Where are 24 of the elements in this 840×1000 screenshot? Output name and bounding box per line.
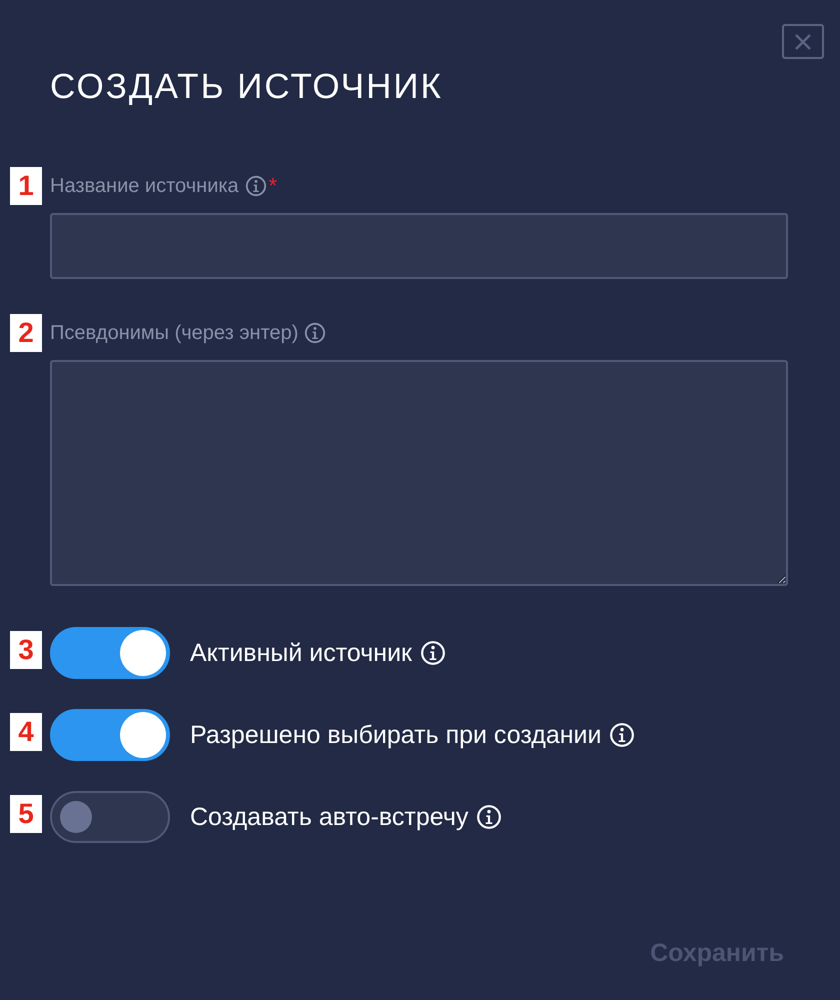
toggle-label: Разрешено выбирать при создании [190, 720, 602, 750]
toggle-switch[interactable] [50, 627, 170, 679]
info-icon [420, 640, 446, 666]
info-icon [476, 804, 502, 830]
info-icon [304, 322, 326, 344]
info-icon [244, 175, 267, 197]
toggle-label: Создавать авто-встречу [190, 802, 468, 832]
text-area[interactable] [50, 360, 788, 586]
required-mark: * [268, 173, 278, 199]
dialog-title: СОЗДАТЬ ИСТОЧНИК [50, 66, 444, 108]
annotation-marker: 1 [10, 167, 42, 205]
info-icon [609, 722, 636, 748]
annotation-marker: 2 [10, 314, 42, 352]
annotation-marker: 5 [10, 795, 42, 833]
input-field[interactable] [50, 213, 788, 279]
toggle-switch[interactable] [50, 709, 170, 761]
field-label: Название источника [50, 174, 239, 198]
close-icon [794, 32, 812, 50]
annotation-marker: 4 [10, 713, 42, 751]
annotation-marker: 3 [10, 631, 42, 669]
toggle-switch[interactable] [50, 791, 170, 843]
close-button[interactable] [782, 24, 824, 59]
toggle-label: Активный источник [190, 638, 412, 668]
field-label: Псевдонимы (через энтер) [50, 322, 298, 344]
